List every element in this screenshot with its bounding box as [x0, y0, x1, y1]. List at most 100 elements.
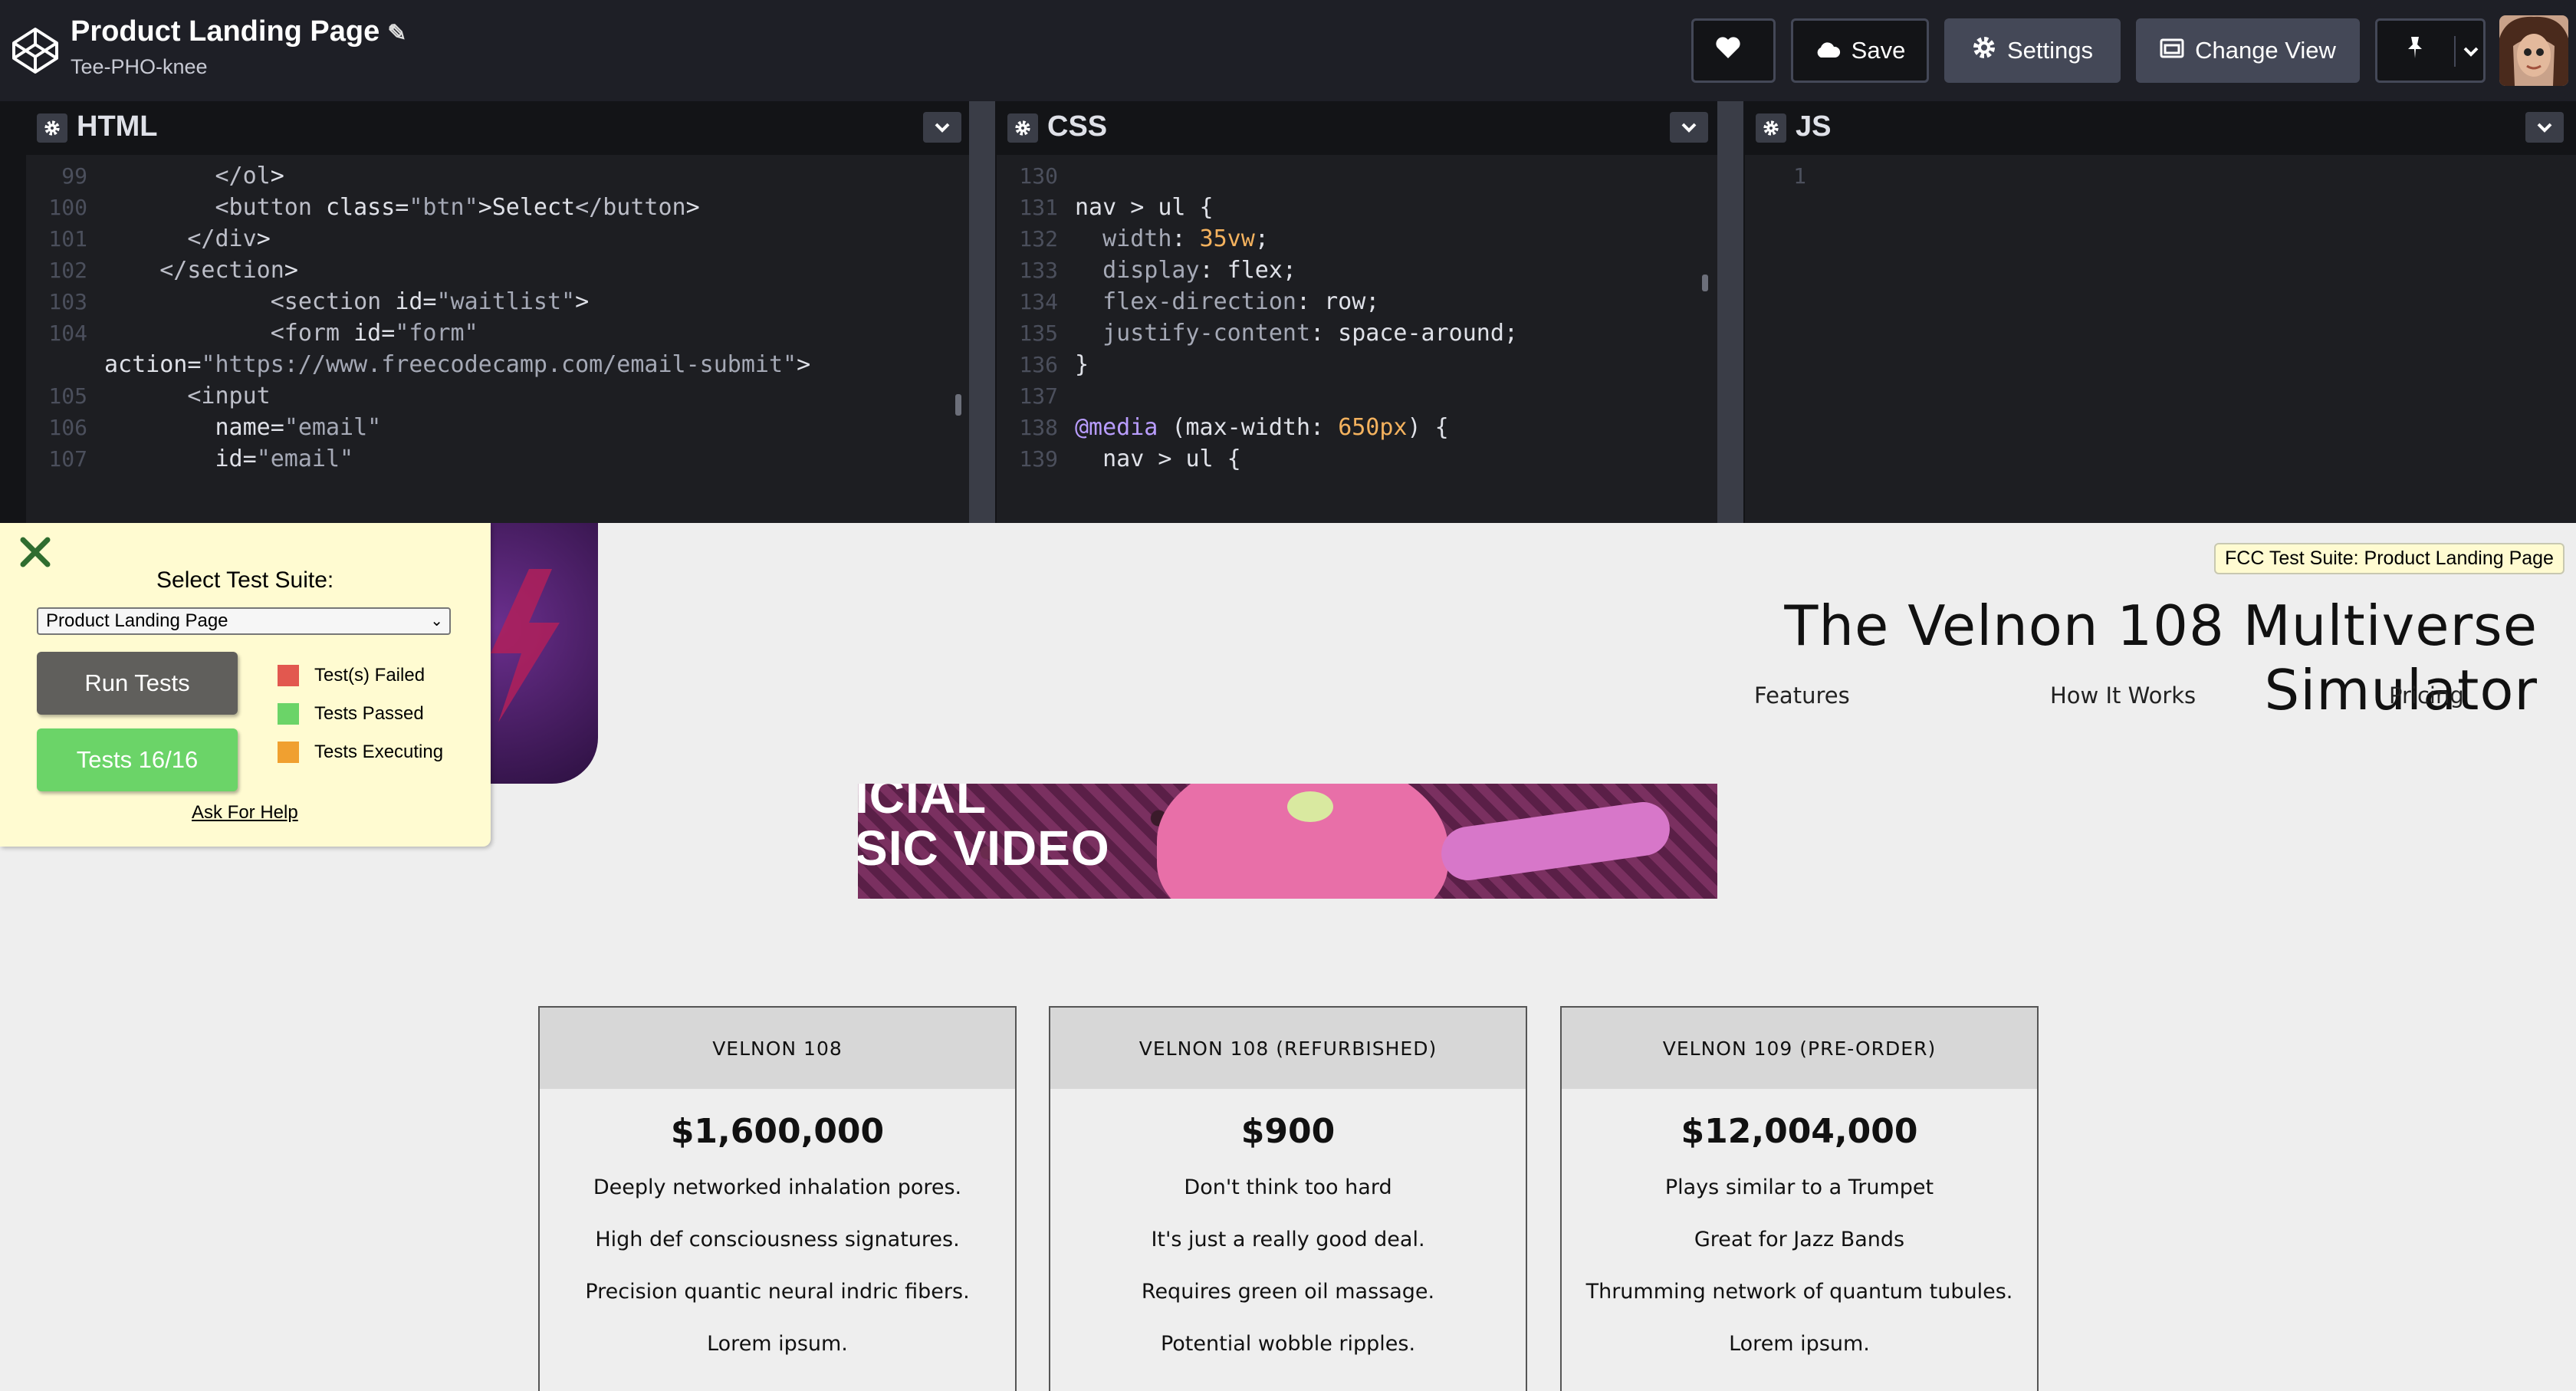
code-text: <section id="waitlist"> [270, 288, 590, 315]
code-line[interactable]: 100 <button class="btn">Select</button> [26, 191, 969, 225]
css-editor-title: CSS [1047, 110, 1108, 143]
pin-icon [2405, 35, 2436, 66]
pricing-feature: Great for Jazz Bands [1694, 1228, 1905, 1251]
html-editor-header: HTML [26, 101, 969, 155]
run-tests-button[interactable]: Run Tests [37, 652, 238, 715]
tests-result-button[interactable]: Tests 16/16 [37, 728, 238, 791]
code-text: nav > ul { [1075, 194, 1214, 221]
code-line[interactable]: 106 name="email" [26, 411, 969, 445]
pin-button[interactable] [2375, 18, 2486, 83]
code-line[interactable]: 102 </section> [26, 254, 969, 288]
code-line[interactable]: 133 display: flex; [997, 254, 1717, 288]
line-number: 100 [48, 195, 87, 220]
line-number: 130 [1019, 163, 1058, 189]
pricing-feature: Precision quantic neural indric fibers. [585, 1280, 970, 1304]
pricing-card-title: VELNON 108 [540, 1008, 1015, 1089]
line-number: 132 [1019, 226, 1058, 252]
gear-icon [1972, 35, 2007, 66]
line-number: 106 [48, 415, 87, 440]
legend-executing: Tests Executing [278, 741, 443, 764]
top-bar: Product Landing Page ✎ Tee-PHO-knee Save … [0, 0, 2576, 101]
js-code-area[interactable]: 1 [1745, 155, 2576, 523]
code-text: justify-content: space-around; [1102, 320, 1518, 347]
code-text: <input [187, 383, 271, 409]
html-editor-menu-chevron-icon[interactable] [923, 112, 961, 143]
pencil-icon[interactable]: ✎ [387, 21, 406, 46]
video-title-line-2: SIC VIDEO [858, 820, 1110, 876]
pricing-feature: Requires green oil massage. [1141, 1280, 1435, 1304]
line-number: 107 [48, 446, 87, 472]
pricing-feature: It's just a really good deal. [1151, 1228, 1425, 1251]
code-line[interactable]: 139 nav > ul { [997, 442, 1717, 476]
chevron-down-icon: ⌄ [430, 613, 443, 630]
code-line[interactable]: 132 width: 35vw; [997, 222, 1717, 256]
test-suite-select-value: Product Landing Page [46, 610, 228, 631]
line-number: 102 [48, 258, 87, 283]
pen-author[interactable]: Tee-PHO-knee [71, 55, 208, 79]
code-text: </div> [187, 225, 271, 252]
ask-for-help-link[interactable]: Ask For Help [192, 802, 298, 824]
test-suite-panel: Select Test Suite: Product Landing Page … [0, 523, 491, 847]
line-number: 136 [1019, 352, 1058, 377]
code-line[interactable]: 134 flex-direction: row; [997, 285, 1717, 319]
save-label: Save [1851, 37, 1906, 64]
editor-divider[interactable] [1717, 101, 1743, 523]
save-button[interactable]: Save [1791, 18, 1929, 83]
code-text: @media (max-width: 650px) { [1075, 414, 1449, 441]
preview-pane: FCC Test Suite: Product Landing Page The… [0, 523, 2576, 1391]
editor-panels: HTML 99 </ol> 100 <button class="btn">Sel… [0, 101, 2576, 626]
code-line[interactable]: 105 <input [26, 380, 969, 413]
code-line[interactable]: 107 id="email" [26, 442, 969, 476]
code-line[interactable]: 101 </div> [26, 222, 969, 256]
close-icon[interactable] [17, 534, 54, 571]
test-suite-select[interactable]: Product Landing Page ⌄ [37, 607, 451, 635]
nav-link-features[interactable]: Features [1754, 682, 1850, 709]
code-text: <form id="form" [270, 320, 478, 347]
code-line[interactable]: 135 justify-content: space-around; [997, 317, 1717, 350]
codepen-logo-icon[interactable] [11, 26, 60, 75]
css-scrollbar[interactable] [1702, 275, 1708, 291]
user-avatar[interactable] [2499, 15, 2568, 86]
line-number: 138 [1019, 415, 1058, 440]
css-code-area[interactable]: 130 131 nav > ul {132 width: 35vw; 133 disp… [997, 155, 1717, 523]
code-line[interactable]: 99 </ol> [26, 159, 969, 193]
pin-dropdown-chevron-icon[interactable] [2454, 36, 2486, 67]
legend-swatch [278, 742, 299, 763]
legend-swatch [278, 703, 299, 725]
pricing-feature: Lorem ipsum. [707, 1332, 848, 1356]
pricing-feature-list: Don't think too hard It's just a really g… [1050, 1162, 1526, 1370]
html-scrollbar[interactable] [955, 394, 961, 416]
nav-link-how-it-works[interactable]: How It Works [2050, 682, 2196, 709]
nav-link-pricing[interactable]: Pricing [2389, 682, 2464, 709]
code-line[interactable]: 131 nav > ul { [997, 191, 1717, 225]
html-code-area[interactable]: 99 </ol> 100 <button class="btn">Select</… [26, 155, 969, 523]
code-line[interactable]: 103 <section id="waitlist"> [26, 285, 969, 319]
select-suite-label: Select Test Suite: [156, 567, 334, 593]
code-line[interactable]: 104 <form id="form" [26, 317, 969, 350]
editor-divider[interactable] [969, 101, 995, 523]
code-line[interactable]: 138 @media (max-width: 650px) { [997, 411, 1717, 445]
code-line[interactable]: 130 [997, 159, 1717, 193]
code-line[interactable]: 136} [997, 348, 1717, 382]
js-editor-header: JS [1745, 101, 2576, 155]
code-line[interactable]: action="https://www.freecodecamp.com/ema… [26, 348, 969, 382]
js-settings-gear-icon[interactable] [1756, 113, 1786, 143]
pricing-feature: Plays similar to a Trumpet [1664, 1176, 1934, 1199]
pricing-card-price: $900 [1240, 1112, 1336, 1151]
code-line[interactable]: 137 [997, 380, 1717, 413]
line-number: 137 [1019, 383, 1058, 409]
line-number: 134 [1019, 289, 1058, 314]
video-character-eye [1287, 791, 1333, 822]
js-editor-menu-chevron-icon[interactable] [2525, 112, 2564, 143]
settings-button[interactable]: Settings [1944, 18, 2121, 83]
css-editor-menu-chevron-icon[interactable] [1670, 112, 1708, 143]
video-embed[interactable]: ICIAL SIC VIDEO [858, 784, 1717, 899]
html-settings-gear-icon[interactable] [37, 113, 67, 143]
code-text: </section> [159, 257, 298, 284]
change-view-button[interactable]: Change View [2136, 18, 2360, 83]
like-button[interactable] [1691, 18, 1776, 83]
css-settings-gear-icon[interactable] [1007, 113, 1038, 143]
pen-title[interactable]: Product Landing Page ✎ [71, 15, 406, 48]
pricing-feature: Deeply networked inhalation pores. [593, 1176, 962, 1199]
code-line[interactable]: 1 [1745, 159, 2576, 193]
